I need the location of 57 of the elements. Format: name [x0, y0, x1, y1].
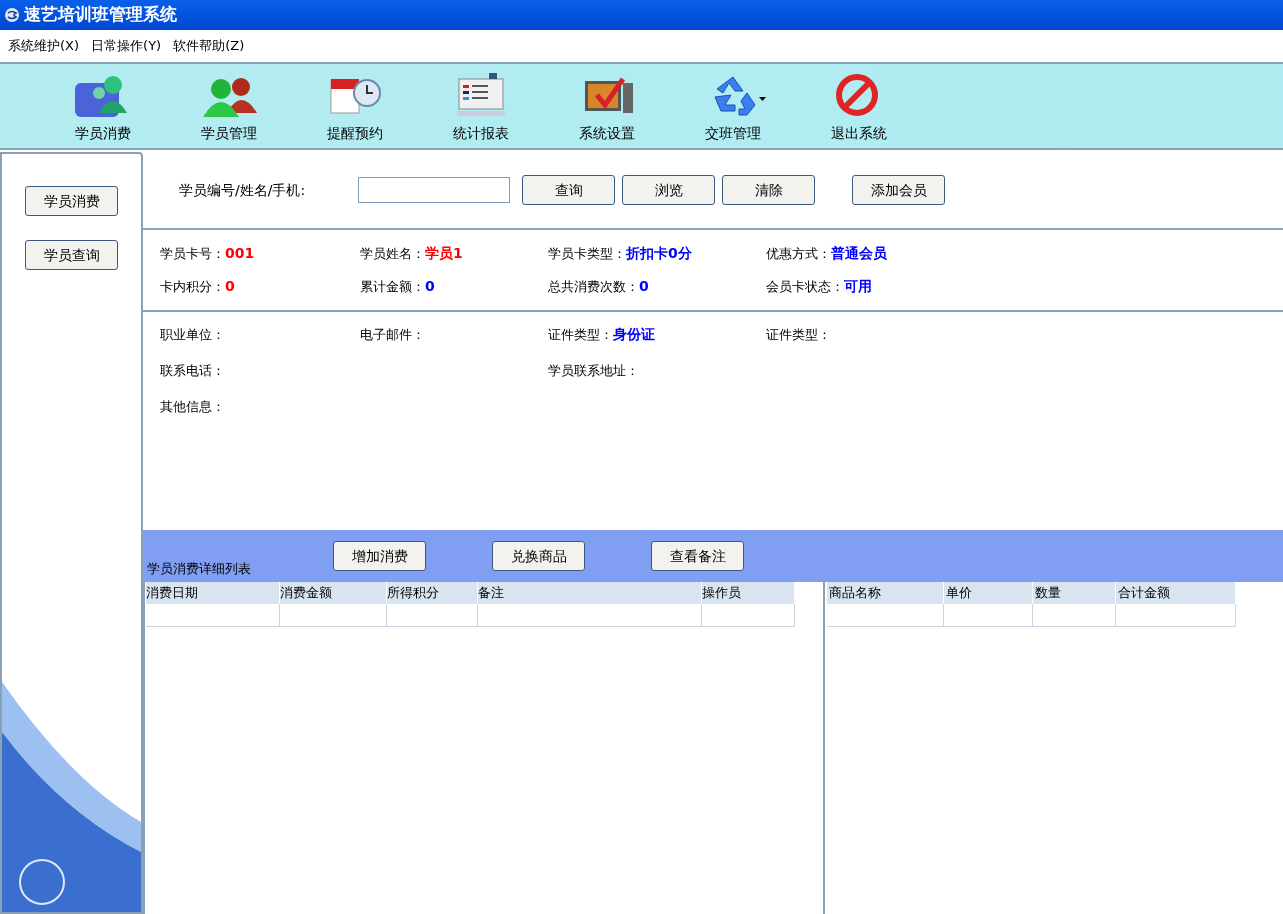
toolbar-button[interactable]: 学员消费	[40, 73, 166, 144]
info-value: 折扣卡0分	[626, 244, 692, 263]
detail-value: 身份证	[613, 325, 655, 344]
sidebar-button[interactable]: 学员查询	[25, 240, 118, 270]
toolbar-button[interactable]: 交班管理	[670, 73, 796, 144]
info-value: 学员1	[425, 244, 463, 263]
info-label: 总共消费次数：	[548, 277, 639, 296]
detail-label: 证件类型：	[766, 325, 831, 344]
search-label: 学员编号/姓名/手机:	[179, 180, 307, 200]
column-header: 商品名称	[827, 582, 944, 604]
info-value: 可用	[844, 277, 872, 296]
sidebar-button[interactable]: 学员消费	[25, 186, 118, 216]
info-label: 学员卡号：	[160, 244, 225, 263]
toolbar-button[interactable]: 系统设置	[544, 73, 670, 144]
window-title: 速艺培训班管理系统	[24, 3, 177, 27]
menu-item[interactable]: 软件帮助(Z)	[173, 36, 245, 56]
detail-action-button[interactable]: 增加消费	[333, 541, 426, 571]
detail-label: 其他信息：	[160, 397, 225, 416]
add-member-button[interactable]: 添加会员	[852, 175, 945, 205]
column-header: 单价	[944, 582, 1033, 604]
column-header: 所得积分	[387, 582, 478, 604]
info-label: 学员姓名：	[360, 244, 425, 263]
info-label: 累计金额：	[360, 277, 425, 296]
column-header: 备注	[478, 582, 702, 604]
column-header: 合计金额	[1116, 582, 1236, 604]
column-header: 消费金额	[280, 582, 387, 604]
search-action-button[interactable]: 查询	[522, 175, 615, 205]
detail-label: 职业单位：	[160, 325, 225, 344]
search-action-button[interactable]: 清除	[722, 175, 815, 205]
info-value: 普通会员	[831, 244, 887, 263]
column-header: 数量	[1033, 582, 1116, 604]
detail-label: 电子邮件：	[360, 325, 425, 344]
toolbar-button[interactable]: 统计报表	[418, 73, 544, 144]
detail-label: 学员联系地址：	[548, 362, 639, 380]
column-header: 消费日期	[146, 582, 280, 604]
search-field[interactable]	[358, 177, 510, 203]
column-header: 操作员	[702, 582, 795, 604]
info-value: 0	[425, 277, 435, 296]
toolbar-button[interactable]: 提醒预约	[292, 73, 418, 144]
info-label: 卡内积分：	[160, 277, 225, 296]
detail-action-button[interactable]: 查看备注	[651, 541, 744, 571]
info-label: 优惠方式：	[766, 244, 831, 263]
info-value: 001	[225, 244, 255, 263]
menu-item[interactable]: 系统维护(X)	[8, 36, 80, 56]
app-logo-icon	[4, 7, 20, 23]
info-value: 0	[639, 277, 649, 296]
detail-action-button[interactable]: 兑换商品	[492, 541, 585, 571]
toolbar-button[interactable]: 退出系统	[796, 73, 922, 144]
detail-list-title: 学员消费详细列表	[147, 559, 252, 578]
detail-label: 证件类型：	[548, 325, 613, 344]
info-label: 学员卡类型：	[548, 244, 626, 263]
detail-label: 联系电话：	[160, 362, 225, 380]
menu-item[interactable]: 日常操作(Y)	[91, 36, 162, 56]
info-value: 0	[225, 277, 235, 296]
toolbar-button[interactable]: 学员管理	[166, 73, 292, 144]
info-label: 会员卡状态：	[766, 277, 844, 296]
search-action-button[interactable]: 浏览	[622, 175, 715, 205]
